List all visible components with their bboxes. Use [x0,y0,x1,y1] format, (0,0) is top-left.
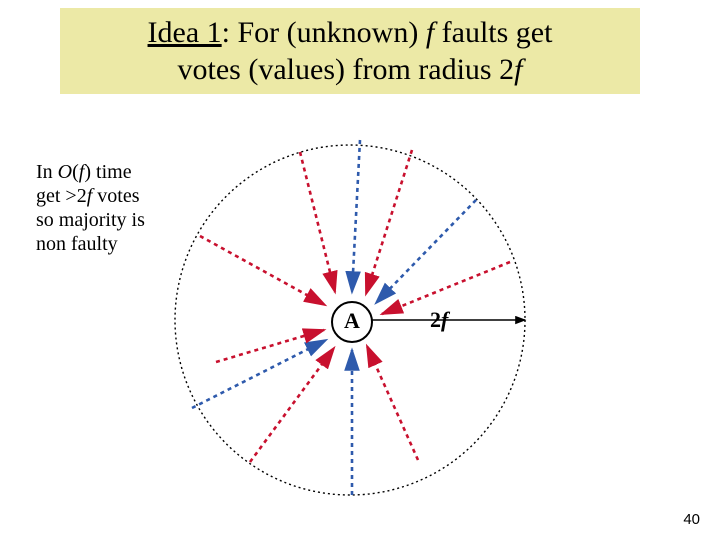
radius-diagram [0,0,720,540]
radius-label: 2f [430,307,448,333]
center-node: A [331,301,373,343]
